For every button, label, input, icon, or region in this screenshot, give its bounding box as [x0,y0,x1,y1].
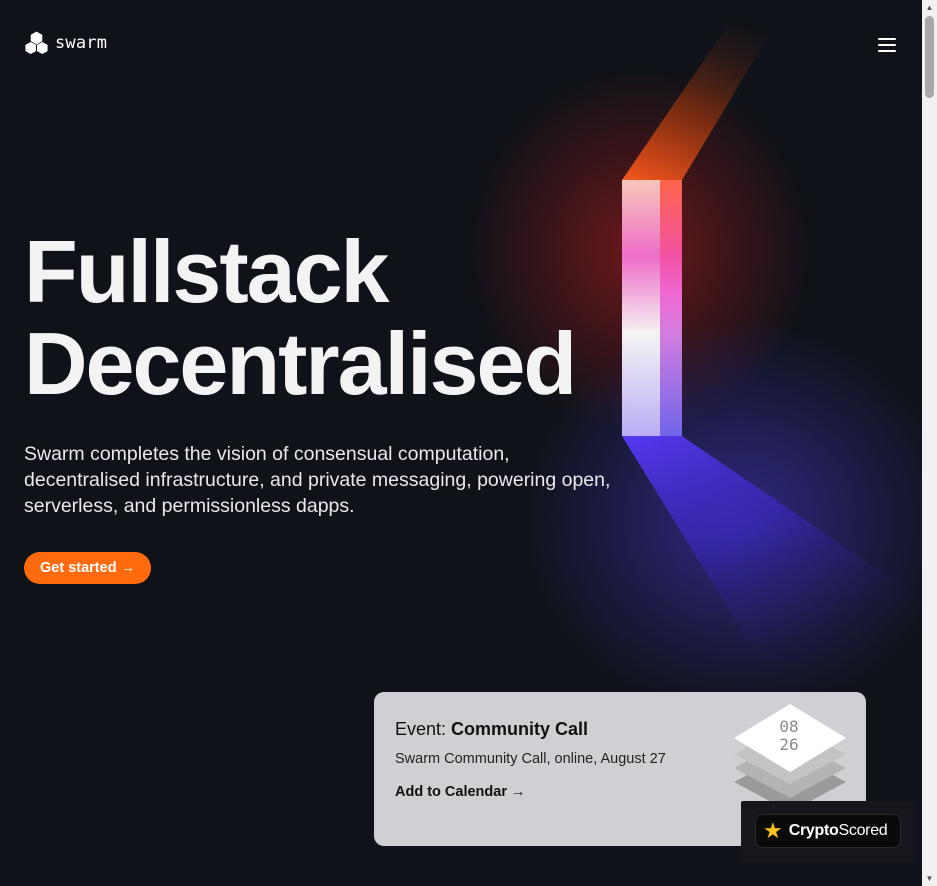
star-icon: ★ [763,818,783,843]
vertical-scrollbar[interactable]: ▲ ▼ [922,0,937,886]
event-prefix: Event: [395,719,447,739]
calendar-day: 26 [779,735,798,754]
event-title: Event: Community Call [395,719,588,740]
hero-title-line-1: Fullstack [24,222,389,321]
scroll-down-arrow-icon[interactable]: ▼ [925,874,934,883]
badge-text-bold: Crypto [788,822,839,839]
hexagon-cluster-icon [25,31,48,55]
logo[interactable]: swarm [24,30,107,56]
menu-bar [878,38,896,40]
cryptoscored-badge[interactable]: ★ CryptoScored [741,801,915,863]
event-name: Community Call [451,719,589,739]
get-started-button[interactable]: Get started → [24,552,152,584]
calendar-month: 08 [779,717,798,736]
scrollbar-thumb[interactable] [925,16,934,98]
badge-text-regular: Scored [838,822,888,839]
hamburger-menu-icon[interactable] [876,34,898,54]
badge-inner: ★ CryptoScored [755,814,901,848]
add-to-calendar-link[interactable]: Add to Calendar → [395,784,526,800]
page: swarm Fullstack Decentralised Swarm comp… [0,0,922,886]
badge-text: CryptoScored [789,822,888,840]
site-header: swarm [24,30,898,58]
hero-description: Swarm completes the vision of consensual… [24,443,611,517]
menu-bar [878,50,896,52]
logo-text: swarm [55,33,108,53]
scroll-up-arrow-icon[interactable]: ▲ [925,3,934,12]
hero-title: Fullstack Decentralised [24,226,644,410]
menu-bar [878,44,896,46]
event-subtitle: Swarm Community Call, online, August 27 [395,751,666,767]
hero-title-line-2: Decentralised [24,314,577,413]
